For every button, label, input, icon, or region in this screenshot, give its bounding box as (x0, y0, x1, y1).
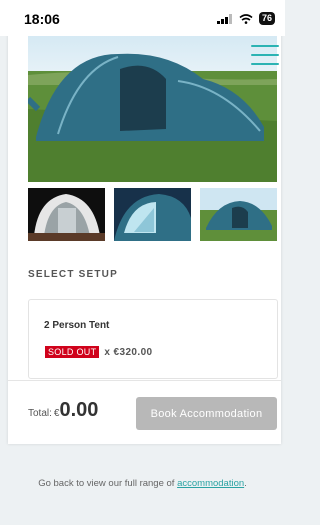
footer-text: Go back to view our full range of (38, 478, 175, 489)
menu-hamburger-icon[interactable] (251, 45, 279, 69)
thumbnail-interior[interactable] (28, 188, 105, 241)
divider (8, 380, 281, 381)
status-time: 18:06 (24, 11, 60, 27)
status-bar: 18:06 76 (0, 0, 285, 36)
total-label: Total: (28, 408, 52, 419)
status-icons: 76 (216, 12, 275, 25)
total-summary: Total: € 0.00 (28, 399, 98, 422)
thumbnail-closeup[interactable] (114, 188, 191, 241)
select-setup-heading: SELECT SETUP (28, 269, 118, 280)
footer-note: Go back to view our full range of accomm… (0, 478, 285, 489)
book-accommodation-button[interactable]: Book Accommodation (136, 397, 277, 430)
thumbnail-field[interactable] (200, 188, 277, 241)
sold-out-badge: SOLD OUT (45, 346, 100, 358)
signal-icon (216, 13, 232, 24)
accommodation-link[interactable]: accommodation (177, 478, 244, 489)
option-name: 2 Person Tent (44, 320, 110, 331)
option-price: x €320.00 (104, 346, 153, 358)
setup-option[interactable]: 2 Person Tent SOLD OUT x €320.00 (28, 299, 278, 379)
footer-period: . (244, 478, 247, 489)
battery-icon: 76 (258, 12, 275, 25)
wifi-icon (239, 13, 253, 24)
price-row: SOLD OUT x €320.00 (45, 346, 153, 358)
product-card: SELECT SETUP 2 Person Tent SOLD OUT x €3… (8, 0, 281, 444)
thumbnail-strip (28, 188, 277, 241)
total-amount: 0.00 (59, 399, 99, 421)
